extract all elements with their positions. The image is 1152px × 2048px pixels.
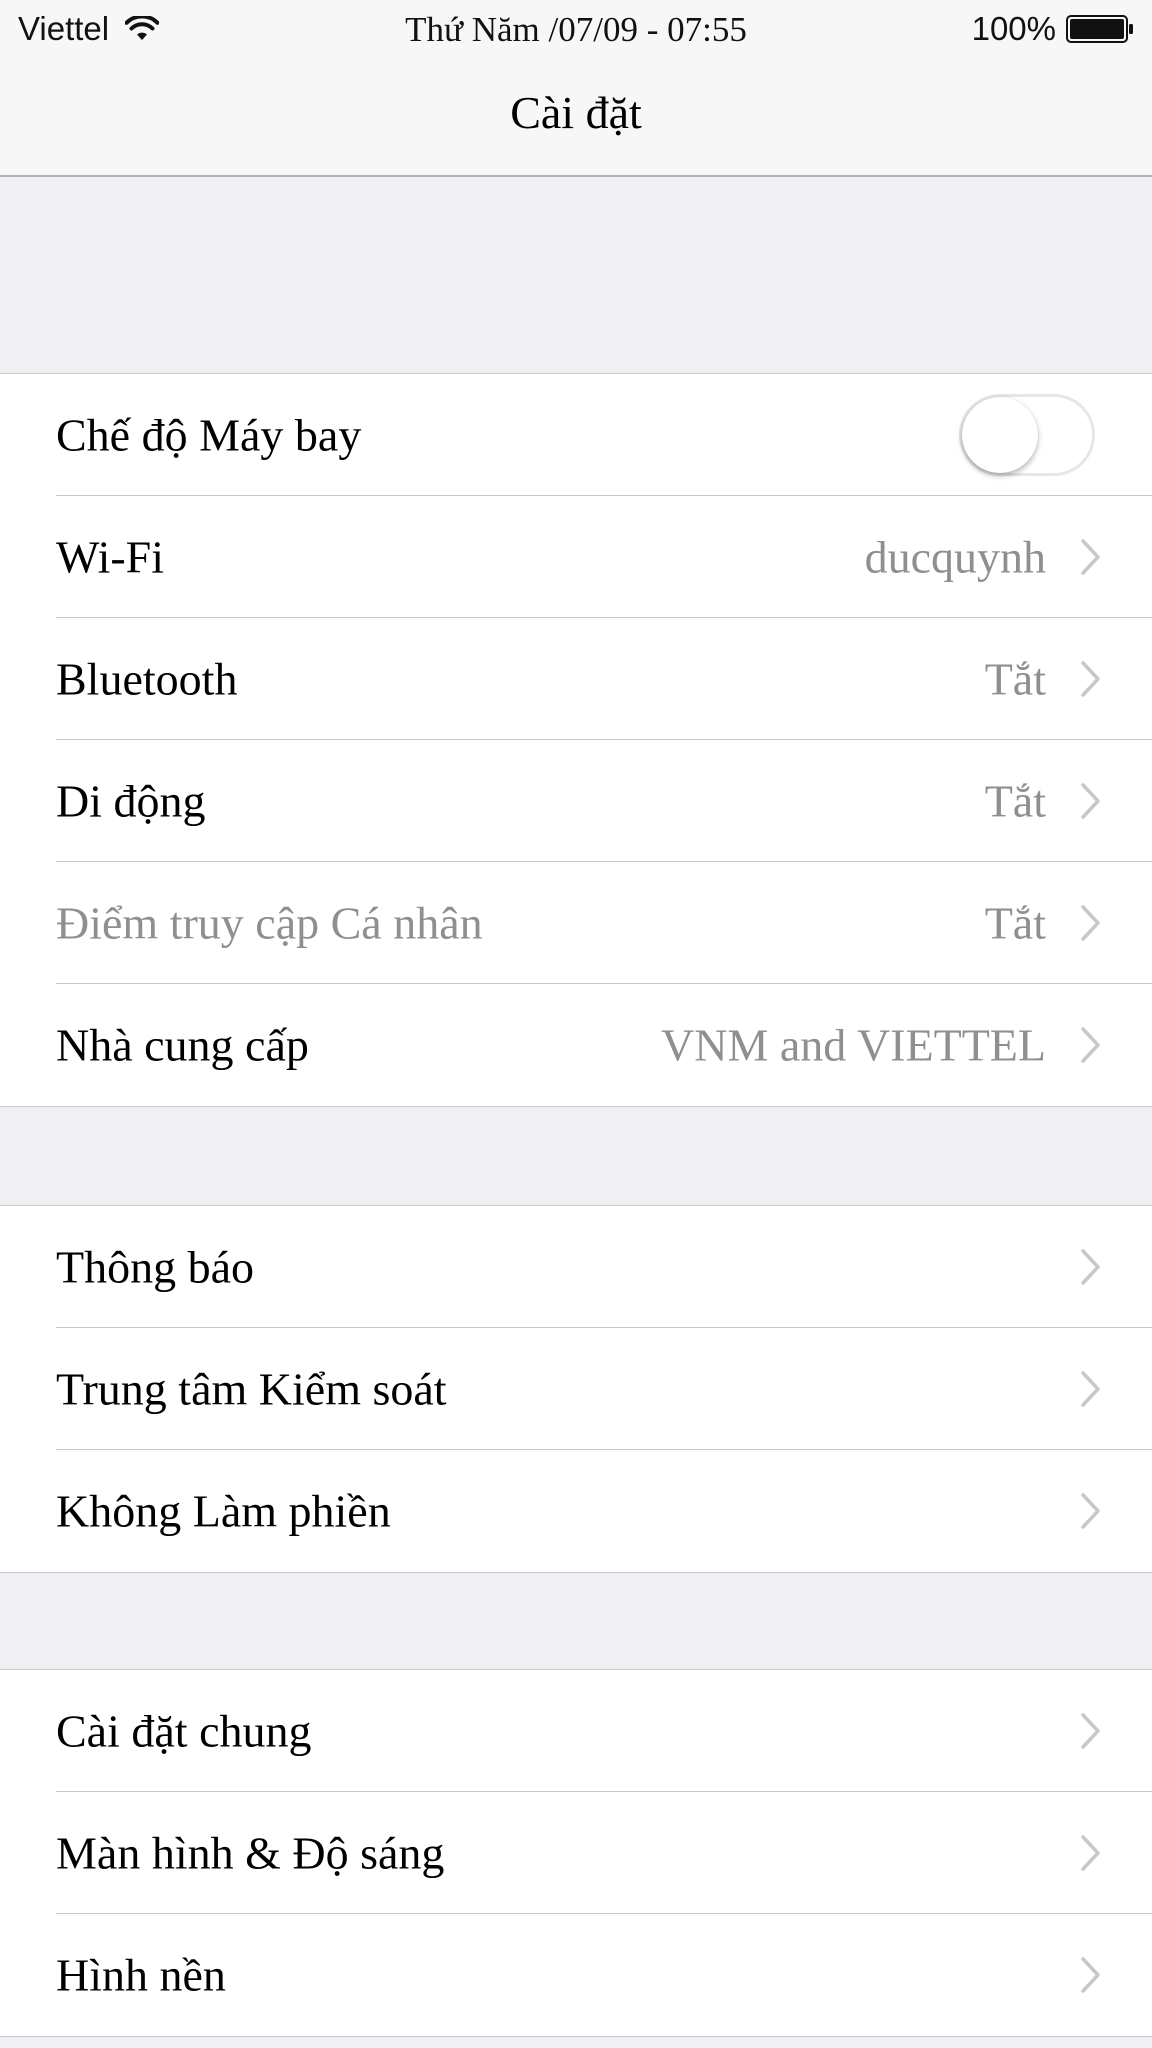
row-value: Tắt xyxy=(984,775,1046,827)
battery-percent: 100% xyxy=(971,10,1056,47)
row-label: Cài đặt chung xyxy=(56,1705,312,1757)
toggle-knob xyxy=(962,397,1038,473)
chevron-right-icon xyxy=(1080,538,1102,576)
row-label: Trung tâm Kiểm soát xyxy=(56,1363,447,1415)
settings-row-airplane-mode: Chế độ Máy bay xyxy=(0,374,1152,496)
row-value: VNM and VIETTEL xyxy=(661,1019,1046,1071)
settings-row-notifications[interactable]: Thông báo xyxy=(0,1206,1152,1328)
chevron-right-icon xyxy=(1080,660,1102,698)
settings-row-display-brightness[interactable]: Màn hình & Độ sáng xyxy=(0,1792,1152,1914)
row-label: Không Làm phiền xyxy=(56,1485,391,1537)
chevron-right-icon xyxy=(1080,1492,1102,1530)
chevron-right-icon xyxy=(1080,1248,1102,1286)
settings-group-notifications: Thông báo Trung tâm Kiểm soát Không Làm … xyxy=(0,1205,1152,1573)
row-value: ducquynh xyxy=(864,531,1046,583)
settings-row-control-center[interactable]: Trung tâm Kiểm soát xyxy=(0,1328,1152,1450)
settings-row-personal-hotspot[interactable]: Điểm truy cập Cá nhân Tắt xyxy=(0,862,1152,984)
chevron-right-icon xyxy=(1080,1370,1102,1408)
row-label: Điểm truy cập Cá nhân xyxy=(56,897,483,949)
row-label: Thông báo xyxy=(56,1241,255,1293)
settings-row-do-not-disturb[interactable]: Không Làm phiền xyxy=(0,1450,1152,1572)
settings-row-carrier[interactable]: Nhà cung cấp VNM and VIETTEL xyxy=(0,984,1152,1106)
chevron-right-icon xyxy=(1080,1834,1102,1872)
row-value: Tắt xyxy=(984,897,1046,949)
status-bar: Viettel Thứ Năm /07/09 - 07:55 100% xyxy=(0,0,1152,64)
status-right: 100% xyxy=(972,10,1134,48)
page-title: Cài đặt xyxy=(510,87,642,138)
settings-group-general: Cài đặt chung Màn hình & Độ sáng Hình nề… xyxy=(0,1669,1152,2037)
navigation-bar: Cài đặt xyxy=(0,64,1152,177)
row-label: Màn hình & Độ sáng xyxy=(56,1827,445,1879)
chevron-right-icon xyxy=(1080,1956,1102,1994)
row-label: Wi-Fi xyxy=(56,531,165,583)
settings-row-wallpaper[interactable]: Hình nền xyxy=(0,1914,1152,2036)
settings-row-wifi[interactable]: Wi-Fi ducquynh xyxy=(0,496,1152,618)
settings-row-bluetooth[interactable]: Bluetooth Tắt xyxy=(0,618,1152,740)
battery-icon xyxy=(1066,15,1134,43)
chevron-right-icon xyxy=(1080,1026,1102,1064)
row-label: Hình nền xyxy=(56,1949,226,2001)
chevron-right-icon xyxy=(1080,782,1102,820)
row-label: Nhà cung cấp xyxy=(56,1019,309,1071)
settings-row-cellular[interactable]: Di động Tắt xyxy=(0,740,1152,862)
chevron-right-icon xyxy=(1080,904,1102,942)
chevron-right-icon xyxy=(1080,1712,1102,1750)
settings-group-connectivity: Chế độ Máy bay Wi-Fi ducquynh Bluetooth … xyxy=(0,373,1152,1107)
settings-row-general[interactable]: Cài đặt chung xyxy=(0,1670,1152,1792)
airplane-mode-toggle[interactable] xyxy=(959,394,1095,476)
row-label: Di động xyxy=(56,775,206,827)
row-label: Chế độ Máy bay xyxy=(56,409,362,461)
row-label: Bluetooth xyxy=(56,653,238,705)
row-value: Tắt xyxy=(984,653,1046,705)
